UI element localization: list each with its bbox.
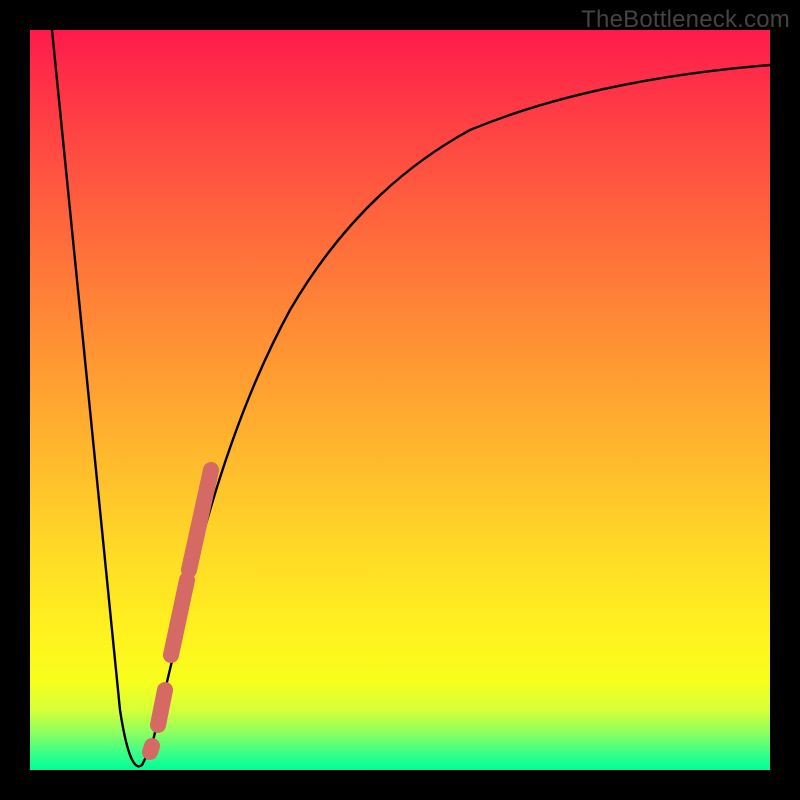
chart-frame: TheBottleneck.com	[0, 0, 800, 800]
watermark-text: TheBottleneck.com	[581, 6, 790, 34]
marker-segment-c	[171, 580, 187, 655]
marker-segment-d	[189, 470, 211, 570]
marker-segment-b	[158, 690, 165, 725]
bottleneck-curve-svg	[30, 30, 770, 770]
marker-group	[150, 470, 211, 752]
plot-area	[30, 30, 770, 770]
bottleneck-curve	[52, 30, 770, 766]
marker-point-a	[150, 746, 152, 752]
